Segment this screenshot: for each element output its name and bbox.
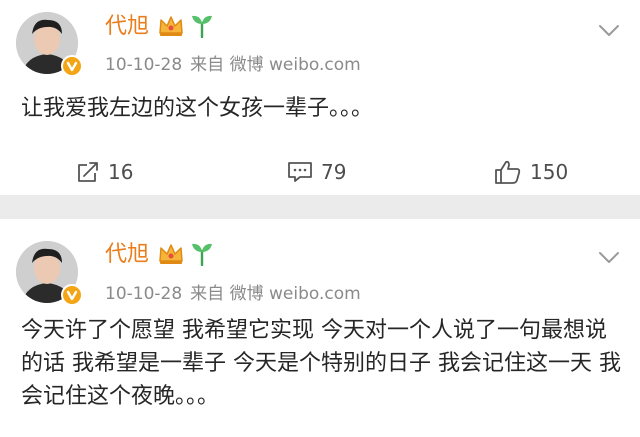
- comment-button[interactable]: 79: [287, 157, 346, 187]
- verified-badge-icon: [61, 284, 83, 306]
- repost-button[interactable]: 16: [76, 157, 133, 187]
- post-meta: 10-10-28 来自 微博 weibo.com: [105, 54, 369, 76]
- author-name[interactable]: 代旭: [105, 241, 149, 269]
- sprout-icon: [192, 243, 212, 266]
- crown-badge-icon: [159, 16, 183, 36]
- weibo-post-2: 代旭 10-10-28 来自 微博 weibo.com 今天许了个愿望 我希望它实…: [0, 219, 640, 437]
- like-count: 150: [530, 160, 569, 184]
- post-date: 10-10-28: [105, 55, 183, 75]
- author-name[interactable]: 代旭: [105, 13, 149, 41]
- post-text: 让我爱我左边的这个女孩一辈子。。。: [21, 96, 374, 121]
- thumbs-up-icon: [495, 160, 521, 184]
- comment-icon: [288, 162, 312, 182]
- post-source[interactable]: 来自 微博 weibo.com: [190, 55, 361, 75]
- post-text: 今天许了个愿望 我希望它实现 今天对一个人说了一句最想说的话 我希望是一辈子 今…: [21, 318, 621, 409]
- verified-badge-icon: [61, 55, 83, 77]
- repost-icon: [78, 162, 98, 182]
- chevron-down-icon[interactable]: [598, 24, 620, 38]
- sprout-icon: [192, 15, 212, 38]
- comment-count: 79: [321, 160, 347, 184]
- repost-count: 16: [108, 160, 134, 184]
- chevron-down-icon[interactable]: [598, 251, 620, 265]
- weibo-post-1: 代旭 10-10-28 来自 微博 weibo.com 让我爱我左边的这个女孩一辈…: [0, 0, 640, 195]
- post-date: 10-10-28: [105, 284, 183, 304]
- like-button[interactable]: 150: [494, 157, 568, 187]
- post-source[interactable]: 来自 微博 weibo.com: [190, 284, 361, 304]
- post-meta: 10-10-28 来自 微博 weibo.com: [105, 283, 369, 305]
- crown-badge-icon: [159, 244, 183, 264]
